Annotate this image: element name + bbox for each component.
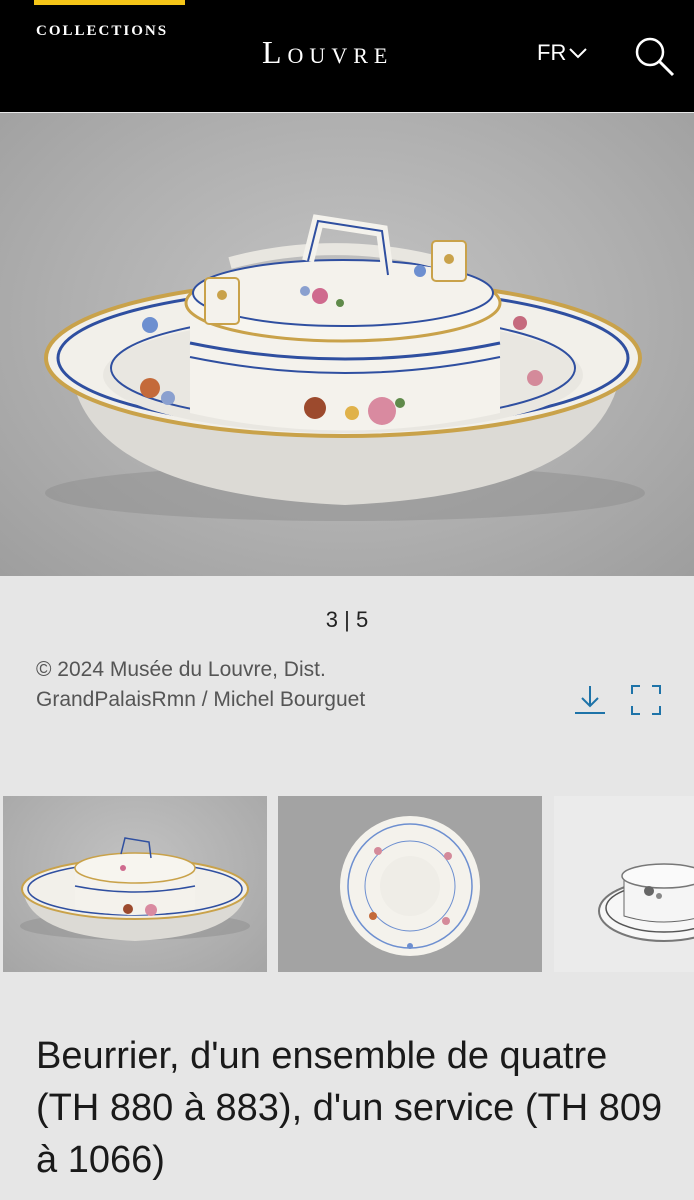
language-selector[interactable]: FR bbox=[537, 40, 588, 66]
image-counter: 3 | 5 bbox=[325, 607, 369, 632]
chevron-down-icon bbox=[568, 46, 588, 60]
thumbnail-3[interactable] bbox=[554, 796, 694, 972]
artwork-title: Beurrier, d'un ensemble de quatre (TH 88… bbox=[36, 1035, 663, 1181]
louvre-logo[interactable]: Louvre bbox=[262, 34, 393, 71]
site-header: COLLECTIONS Louvre FR bbox=[0, 0, 694, 112]
collections-link[interactable]: COLLECTIONS bbox=[36, 23, 168, 40]
search-icon[interactable] bbox=[632, 34, 676, 78]
fullscreen-icon[interactable] bbox=[628, 682, 664, 718]
download-icon[interactable] bbox=[572, 682, 608, 718]
accent-bar bbox=[34, 0, 185, 5]
photo-credit: © 2024 Musée du Louvre, Dist. GrandPalai… bbox=[36, 658, 366, 711]
thumbnail-1[interactable] bbox=[3, 796, 267, 972]
thumbnail-2[interactable] bbox=[278, 796, 542, 972]
artwork-main-image[interactable] bbox=[0, 113, 694, 576]
language-label: FR bbox=[537, 40, 567, 65]
